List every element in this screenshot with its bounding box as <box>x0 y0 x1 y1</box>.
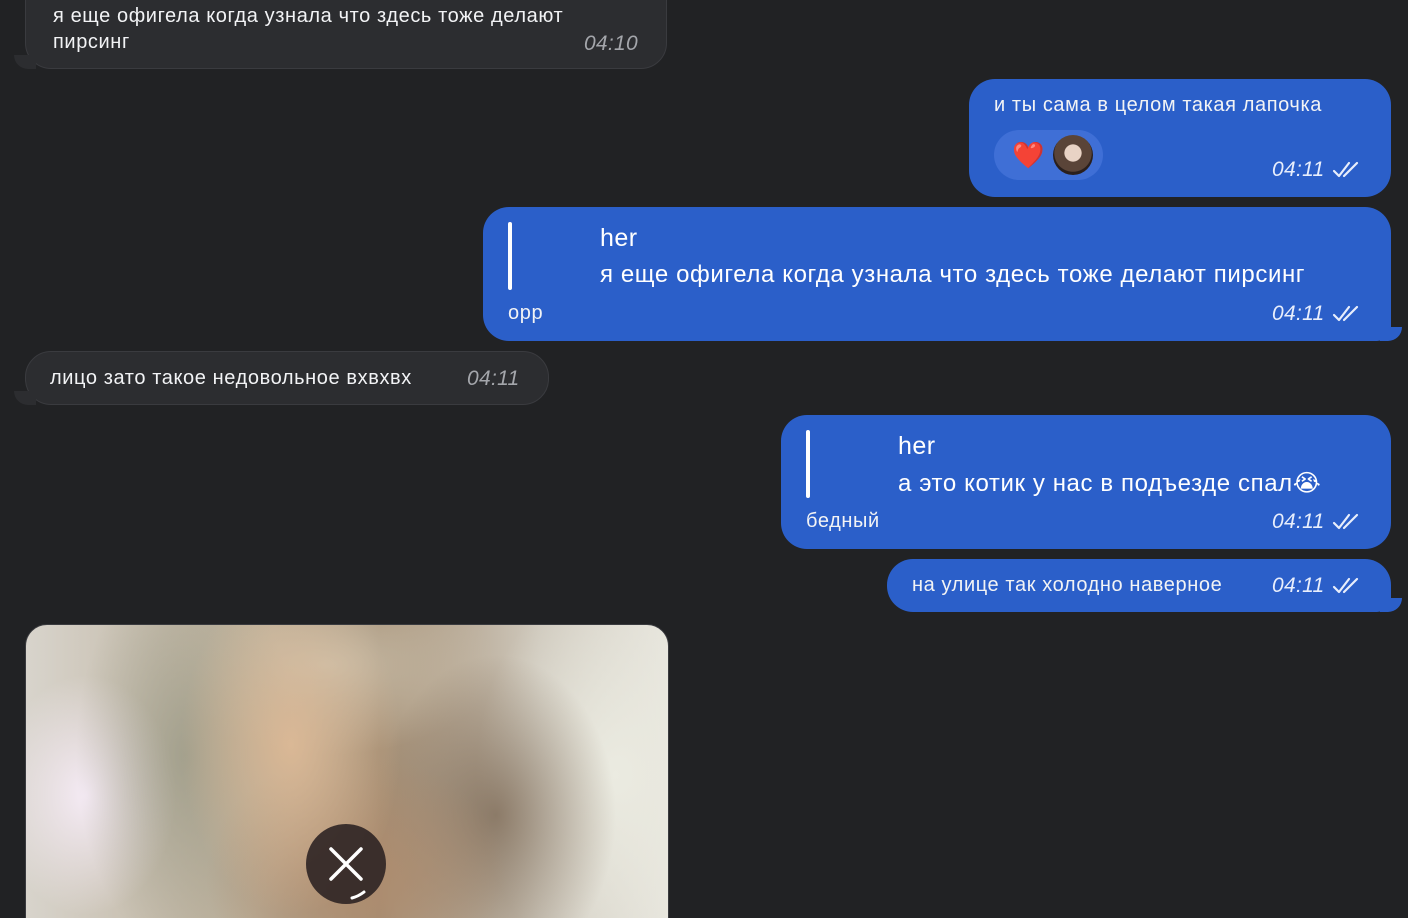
message-text: я еще офигела когда узнала что здесь тож… <box>53 5 564 27</box>
reply-preview[interactable]: я еще офигела когда узнала что здесь тож… <box>600 261 1305 289</box>
message-time: 04:10 <box>583 32 638 55</box>
message-text: лицо зато такое недовольное вхвхвх <box>50 367 412 389</box>
reply-preview-text: а это котик у нас в подъезде спал <box>898 470 1293 497</box>
double-check-icon <box>1332 513 1359 530</box>
message-text: на улице так холодно наверное <box>912 574 1223 596</box>
photo-message[interactable] <box>25 624 669 918</box>
chat-area: я еще офигела когда узнала что здесь тож… <box>0 0 1408 918</box>
reply-author[interactable]: her <box>898 432 936 461</box>
bubble-tail <box>14 55 36 69</box>
message-text: орр <box>508 302 544 324</box>
cancel-download-button[interactable] <box>306 824 386 904</box>
bubble-tail <box>1380 598 1402 612</box>
double-check-icon <box>1332 577 1359 594</box>
reply-bar <box>508 222 512 290</box>
message-time: 04:11 <box>1272 302 1325 325</box>
crying-emoji-icon: 😭 <box>1292 470 1322 497</box>
bubble-tail <box>14 391 36 405</box>
reply-bar <box>806 430 810 498</box>
message-time: 04:11 <box>1272 158 1325 181</box>
reply-author[interactable]: her <box>600 224 638 253</box>
close-icon <box>329 847 366 900</box>
message-text: бедный <box>806 510 880 532</box>
bubble-tail <box>1380 327 1402 341</box>
reactions-bar[interactable]: ❤️ <box>994 130 1103 180</box>
message-text: и ты сама в целом такая лапочка <box>994 94 1322 116</box>
message-time: 04:11 <box>1272 574 1325 597</box>
message-outgoing[interactable]: her я еще офигела когда узнала что здесь… <box>483 207 1391 341</box>
message-text: пирсинг <box>53 31 130 53</box>
reply-preview[interactable]: а это котик у нас в подъезде спал😭 <box>898 469 1321 498</box>
double-check-icon <box>1332 161 1359 178</box>
message-outgoing[interactable]: на улице так холодно наверное 04:11 <box>887 559 1391 612</box>
avatar[interactable] <box>1053 135 1093 175</box>
message-time: 04:11 <box>1272 510 1325 533</box>
message-outgoing[interactable]: her а это котик у нас в подъезде спал😭 б… <box>781 415 1391 549</box>
message-outgoing[interactable]: и ты сама в целом такая лапочка ❤️ 04:11 <box>969 79 1391 197</box>
message-incoming[interactable]: я еще офигела когда узнала что здесь тож… <box>25 0 667 69</box>
double-check-icon <box>1332 305 1359 322</box>
message-time: 04:11 <box>467 367 520 390</box>
heart-reaction-icon[interactable]: ❤️ <box>1012 139 1044 171</box>
message-incoming[interactable]: лицо зато такое недовольное вхвхвх 04:11 <box>25 351 549 405</box>
